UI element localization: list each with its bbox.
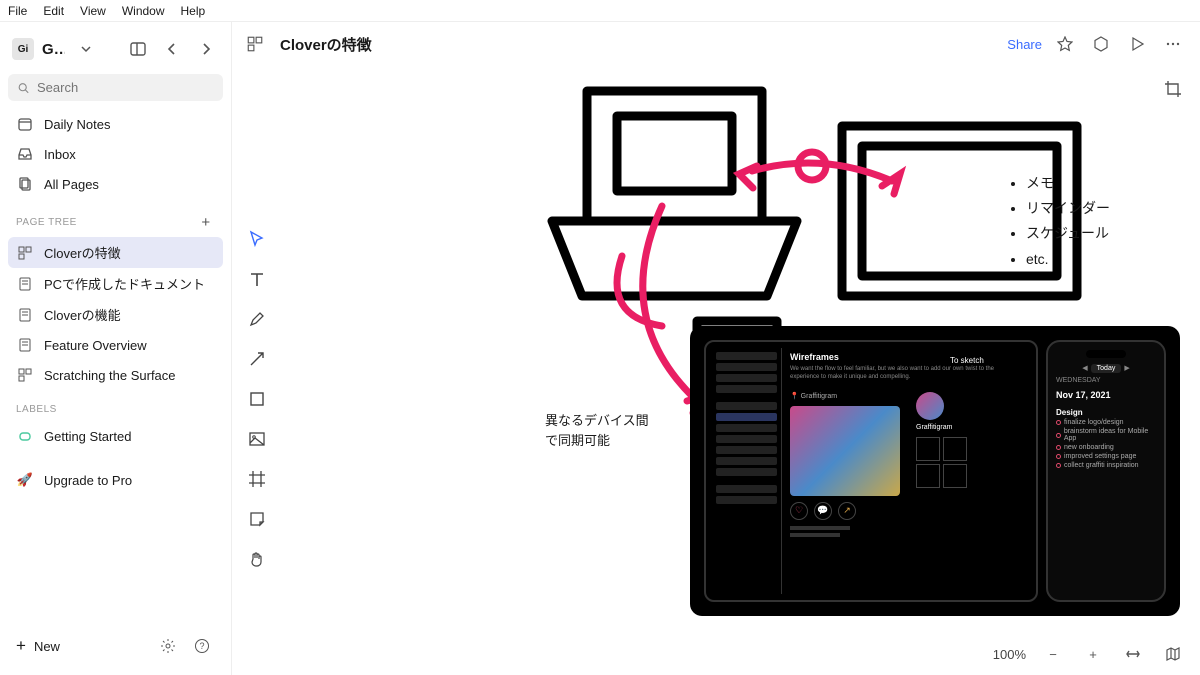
nav-allpages-label: All Pages <box>44 177 99 192</box>
canvas-mode-icon[interactable] <box>246 35 264 53</box>
nav-daily-label: Daily Notes <box>44 117 110 132</box>
page-item-scratching[interactable]: Scratching the Surface <box>8 360 223 390</box>
tool-text[interactable] <box>244 266 270 292</box>
content-area: Cloverの特徴 Share <box>232 22 1200 675</box>
canvas-icon <box>16 244 34 262</box>
zoom-level[interactable]: 100% <box>993 647 1026 662</box>
canvas-footer: 100% − + <box>993 641 1186 667</box>
canvas-annotation: 異なるデバイス間 で同期可能 <box>545 411 649 450</box>
settings-icon[interactable] <box>155 633 181 659</box>
page-item-pc-doc[interactable]: PCで作成したドキュメント <box>8 268 223 299</box>
pages-icon <box>16 175 34 193</box>
search-input[interactable] <box>8 74 223 101</box>
tool-frame[interactable] <box>244 466 270 492</box>
forward-icon[interactable] <box>193 36 219 62</box>
bullet-list: メモ リマインダー スケジュール etc. <box>1008 171 1110 272</box>
nav-all-pages[interactable]: All Pages <box>8 169 223 199</box>
search-icon <box>18 81 29 95</box>
sidebar: Gi Gigagi... Daily Notes Inbox All Pages… <box>0 22 232 675</box>
back-icon[interactable] <box>159 36 185 62</box>
hexagon-icon[interactable] <box>1088 31 1114 57</box>
canvas-icon <box>16 366 34 384</box>
fit-width-icon[interactable] <box>1120 641 1146 667</box>
page-item-clover-func[interactable]: Cloverの機能 <box>8 299 223 330</box>
document-icon <box>16 306 34 324</box>
menu-file[interactable]: File <box>8 4 27 18</box>
zoom-out-icon[interactable]: − <box>1040 641 1066 667</box>
label-icon <box>16 427 34 445</box>
svg-text:?: ? <box>199 641 204 651</box>
upgrade-button[interactable]: 🚀Upgrade to Pro <box>8 465 223 495</box>
page-item-clover-features[interactable]: Cloverの特徴 <box>8 237 223 268</box>
menu-bar: File Edit View Window Help <box>0 0 1200 22</box>
tool-arrow[interactable] <box>244 346 270 372</box>
share-button[interactable]: Share <box>1007 37 1042 52</box>
menu-window[interactable]: Window <box>122 4 165 18</box>
new-button[interactable]: +New <box>16 636 147 656</box>
zoom-in-icon[interactable]: + <box>1080 641 1106 667</box>
tool-rectangle[interactable] <box>244 386 270 412</box>
document-icon <box>16 336 34 354</box>
section-labels: LABELS <box>8 398 223 421</box>
calendar-icon <box>16 115 34 133</box>
nav-inbox-label: Inbox <box>44 147 76 162</box>
label-getting-started[interactable]: Getting Started <box>8 421 223 451</box>
help-icon[interactable]: ? <box>189 633 215 659</box>
split-view-icon[interactable] <box>125 36 151 62</box>
page-item-feature-overview[interactable]: Feature Overview <box>8 330 223 360</box>
section-pagetree: PAGE TREE + <box>8 207 223 237</box>
workspace-name[interactable]: Gigagi... <box>42 41 65 58</box>
tool-image[interactable] <box>244 426 270 452</box>
nav-daily-notes[interactable]: Daily Notes <box>8 109 223 139</box>
chevron-down-icon[interactable] <box>73 36 99 62</box>
play-icon[interactable] <box>1124 31 1150 57</box>
inbox-icon <box>16 145 34 163</box>
menu-view[interactable]: View <box>80 4 106 18</box>
nav-inbox[interactable]: Inbox <box>8 139 223 169</box>
document-title[interactable]: Cloverの特徴 <box>280 34 372 55</box>
add-page-icon[interactable]: + <box>197 213 215 231</box>
crop-icon[interactable] <box>1160 76 1186 102</box>
workspace-badge: Gi <box>12 38 34 60</box>
toolbar <box>244 226 270 572</box>
map-icon[interactable] <box>1160 641 1186 667</box>
canvas[interactable]: 異なるデバイス間 で同期可能 メモ リマインダー スケジュール etc. <box>232 66 1200 675</box>
tool-pen[interactable] <box>244 306 270 332</box>
menu-help[interactable]: Help <box>181 4 206 18</box>
tool-hand[interactable] <box>244 546 270 572</box>
menu-edit[interactable]: Edit <box>43 4 64 18</box>
star-icon[interactable] <box>1052 31 1078 57</box>
more-icon[interactable] <box>1160 31 1186 57</box>
embedded-screenshot[interactable]: Wireframes We want the flow to feel fami… <box>690 326 1180 616</box>
tool-sticky[interactable] <box>244 506 270 532</box>
rocket-icon: 🚀 <box>16 471 34 489</box>
tool-pointer[interactable] <box>244 226 270 252</box>
document-icon <box>16 275 34 293</box>
